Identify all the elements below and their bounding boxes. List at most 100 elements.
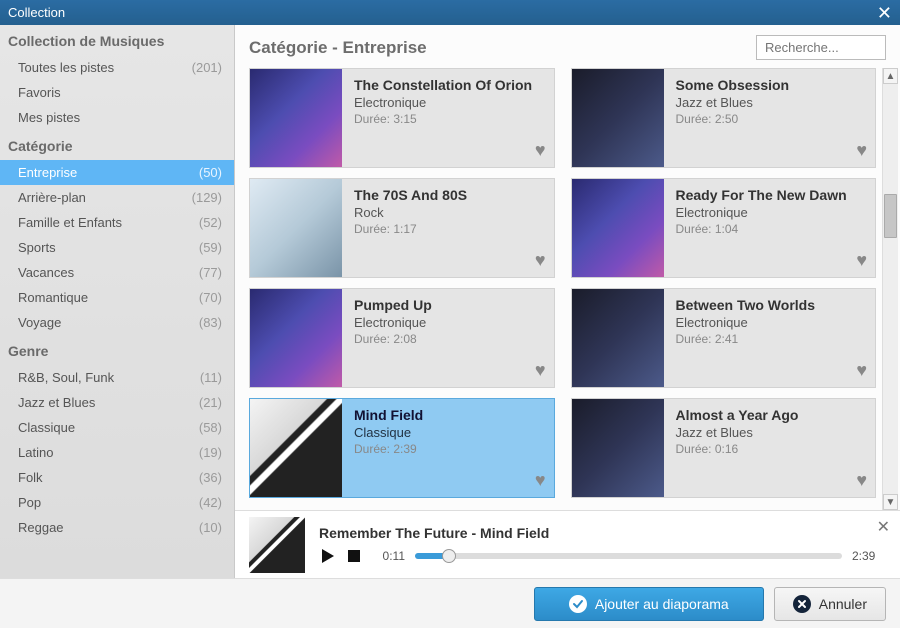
track-genre: Electronique	[676, 315, 866, 330]
track-duration: Durée: 0:16	[676, 442, 866, 456]
track-title: The Constellation Of Orion	[354, 77, 544, 93]
track-duration: Durée: 2:41	[676, 332, 866, 346]
sidebar-item-label: Arrière-plan	[18, 190, 86, 205]
content-pane: Catégorie - Entreprise The Constellation…	[235, 25, 900, 578]
sidebar-item[interactable]: Jazz et Blues (21)	[0, 390, 234, 415]
sidebar-item[interactable]: Pop(42)	[0, 490, 234, 515]
sidebar-item[interactable]: Famille et Enfants(52)	[0, 210, 234, 235]
track-card[interactable]: Pumped UpElectroniqueDurée: 2:08♥	[249, 288, 555, 388]
player-total: 2:39	[852, 549, 886, 563]
sidebar-item-label: Jazz et Blues	[18, 395, 95, 410]
track-card[interactable]: Some ObsessionJazz et BluesDurée: 2:50♥	[571, 68, 877, 168]
sidebar-item-count: (70)	[199, 290, 222, 305]
window-title: Collection	[8, 5, 65, 20]
play-icon[interactable]	[319, 547, 337, 565]
sidebar-item-count: (83)	[199, 315, 222, 330]
sidebar-item-count: (77)	[199, 265, 222, 280]
player-bar: Remember The Future - Mind Field 0:11 2:…	[235, 510, 900, 578]
sidebar-item-label: Entreprise	[18, 165, 77, 180]
sidebar-item-count: (21)	[199, 395, 222, 410]
scroll-thumb[interactable]	[884, 194, 897, 238]
track-card[interactable]: Mind FieldClassiqueDurée: 2:39♥	[249, 398, 555, 498]
sidebar-item[interactable]: Vacances (77)	[0, 260, 234, 285]
search-input[interactable]	[756, 35, 886, 60]
track-artwork	[572, 289, 664, 387]
favorite-icon[interactable]: ♥	[535, 250, 546, 271]
sidebar-item[interactable]: Entreprise(50)	[0, 160, 234, 185]
close-player-icon[interactable]: ✕	[877, 517, 890, 537]
favorite-icon[interactable]: ♥	[535, 360, 546, 381]
track-duration: Durée: 2:08	[354, 332, 544, 346]
track-duration: Durée: 2:50	[676, 112, 866, 126]
slider-knob[interactable]	[442, 549, 456, 563]
cancel-x-icon	[793, 595, 811, 613]
player-seek-slider[interactable]	[415, 553, 842, 559]
sidebar-item[interactable]: Folk(36)	[0, 465, 234, 490]
sidebar-item[interactable]: Mes pistes	[0, 105, 234, 130]
track-title: Pumped Up	[354, 297, 544, 313]
track-title: Ready For The New Dawn	[676, 187, 866, 203]
favorite-icon[interactable]: ♥	[856, 360, 867, 381]
sidebar-item-label: Latino	[18, 445, 53, 460]
track-card[interactable]: Ready For The New DawnElectroniqueDurée:…	[571, 178, 877, 278]
sidebar-item[interactable]: Arrière-plan (129)	[0, 185, 234, 210]
sidebar-item[interactable]: Reggae(10)	[0, 515, 234, 540]
add-button-label: Ajouter au diaporama	[595, 596, 729, 612]
track-artwork	[572, 69, 664, 167]
favorite-icon[interactable]: ♥	[535, 140, 546, 161]
sidebar-section-header: Catégorie	[0, 130, 234, 160]
cancel-button-label: Annuler	[819, 596, 867, 612]
sidebar-item-count: (36)	[199, 470, 222, 485]
sidebar-item-count: (58)	[199, 420, 222, 435]
sidebar-item[interactable]: Toutes les pistes(201)	[0, 55, 234, 80]
sidebar-item-count: (52)	[199, 215, 222, 230]
sidebar-item-count: (129)	[192, 190, 222, 205]
track-artwork	[250, 69, 342, 167]
track-card[interactable]: Almost a Year AgoJazz et BluesDurée: 0:1…	[571, 398, 877, 498]
sidebar: Collection de MusiquesToutes les pistes(…	[0, 25, 235, 578]
content-scrollbar[interactable]: ▲ ▼	[882, 68, 898, 510]
track-card[interactable]: The Constellation Of OrionElectroniqueDu…	[249, 68, 555, 168]
track-title: The 70S And 80S	[354, 187, 544, 203]
sidebar-item-label: R&B, Soul, Funk	[18, 370, 114, 385]
favorite-icon[interactable]: ♥	[856, 470, 867, 491]
track-duration: Durée: 2:39	[354, 442, 544, 456]
track-artwork	[572, 399, 664, 497]
sidebar-item-label: Vacances	[18, 265, 74, 280]
sidebar-item[interactable]: Voyage (83)	[0, 310, 234, 335]
scroll-down-icon[interactable]: ▼	[883, 494, 898, 510]
sidebar-item-label: Voyage	[18, 315, 61, 330]
track-card[interactable]: Between Two Worlds Electronique Durée: 2:4…	[571, 288, 877, 388]
sidebar-item[interactable]: Sports(59)	[0, 235, 234, 260]
sidebar-section-header: Genre	[0, 335, 234, 365]
player-elapsed: 0:11	[371, 549, 405, 563]
add-to-slideshow-button[interactable]: Ajouter au diaporama	[534, 587, 764, 621]
sidebar-item-count: (59)	[199, 240, 222, 255]
stop-icon[interactable]	[347, 549, 361, 563]
sidebar-item[interactable]: R&B, Soul, Funk(11)	[0, 365, 234, 390]
track-artwork	[250, 289, 342, 387]
cancel-button[interactable]: Annuler	[774, 587, 886, 621]
track-duration: Durée: 3:15	[354, 112, 544, 126]
sidebar-item[interactable]: Favoris	[0, 80, 234, 105]
track-title: Mind Field	[354, 407, 544, 423]
favorite-icon[interactable]: ♥	[535, 470, 546, 491]
sidebar-item-label: Reggae	[18, 520, 64, 535]
sidebar-item[interactable]: Latino(19)	[0, 440, 234, 465]
sidebar-item-label: Mes pistes	[18, 110, 80, 125]
sidebar-item-label: Pop	[18, 495, 41, 510]
bottom-bar: Ajouter au diaporama Annuler	[0, 578, 900, 628]
track-title: Between Two Worlds	[676, 297, 866, 313]
favorite-icon[interactable]: ♥	[856, 250, 867, 271]
close-icon[interactable]: ✕	[877, 4, 892, 22]
sidebar-item[interactable]: Classique(58)	[0, 415, 234, 440]
track-card[interactable]: The 70S And 80SRockDurée: 1:17♥	[249, 178, 555, 278]
sidebar-item[interactable]: Romantique(70)	[0, 285, 234, 310]
track-artwork	[250, 179, 342, 277]
track-genre: Electronique	[676, 205, 866, 220]
player-artwork	[249, 517, 305, 573]
track-artwork	[572, 179, 664, 277]
sidebar-section-header: Collection de Musiques	[0, 25, 234, 55]
scroll-up-icon[interactable]: ▲	[883, 68, 898, 84]
favorite-icon[interactable]: ♥	[856, 140, 867, 161]
